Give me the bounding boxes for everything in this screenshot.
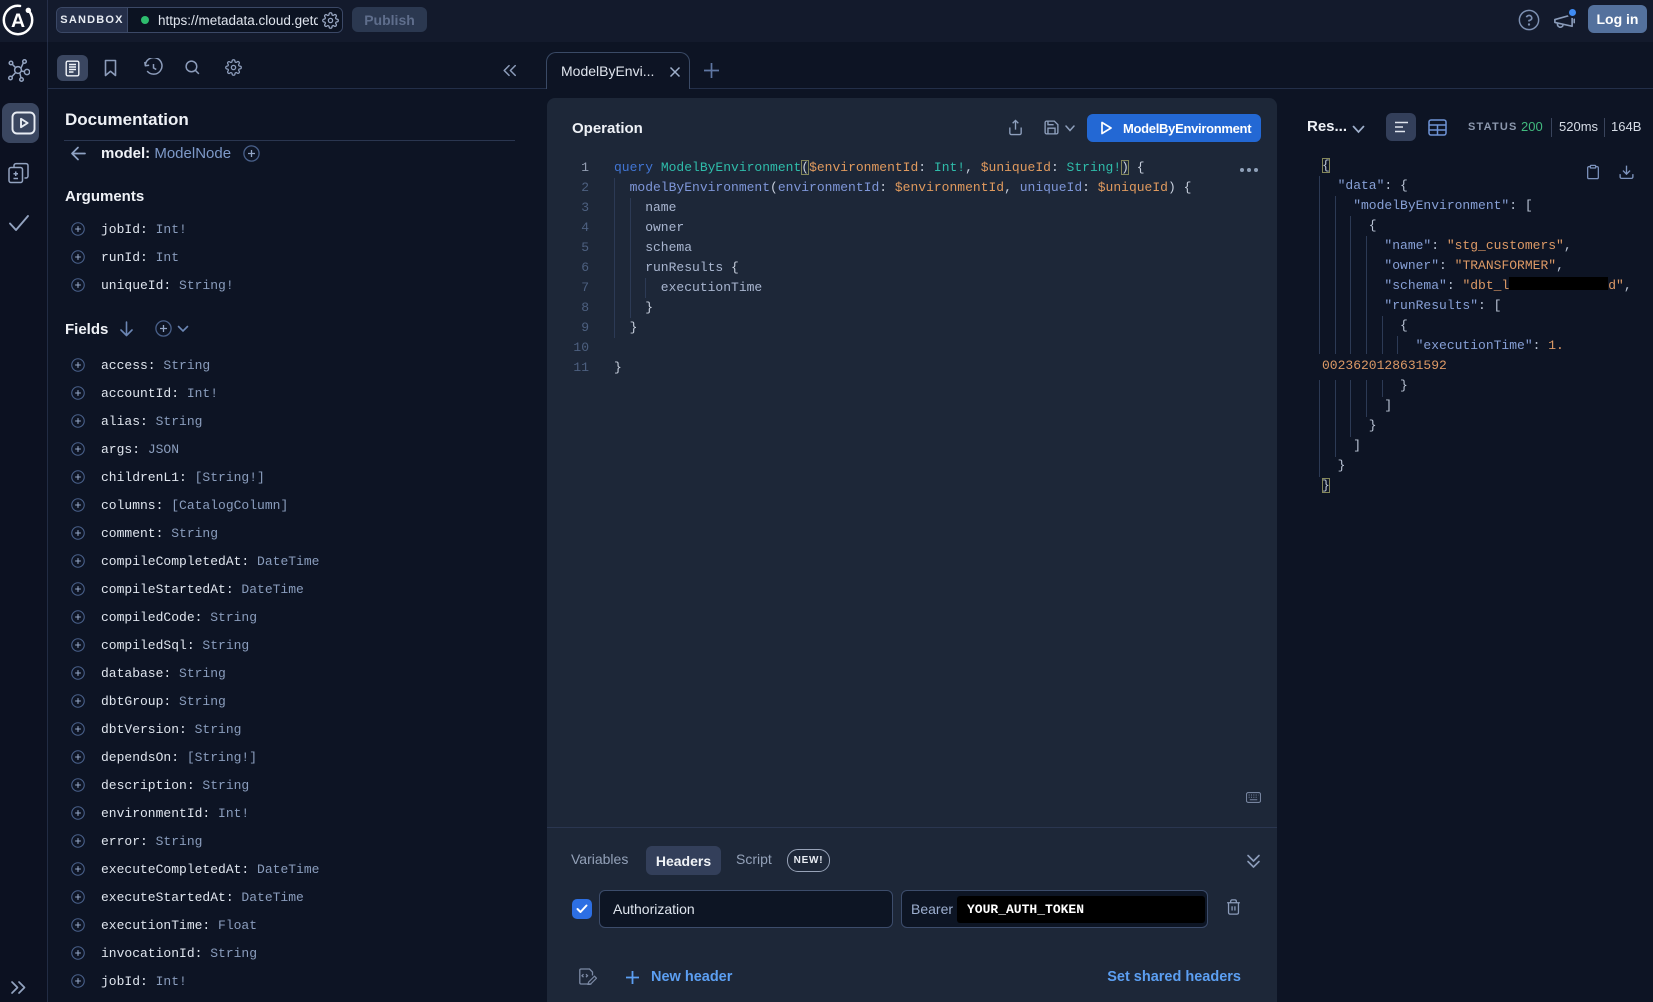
svg-text:A: A [11, 10, 25, 32]
